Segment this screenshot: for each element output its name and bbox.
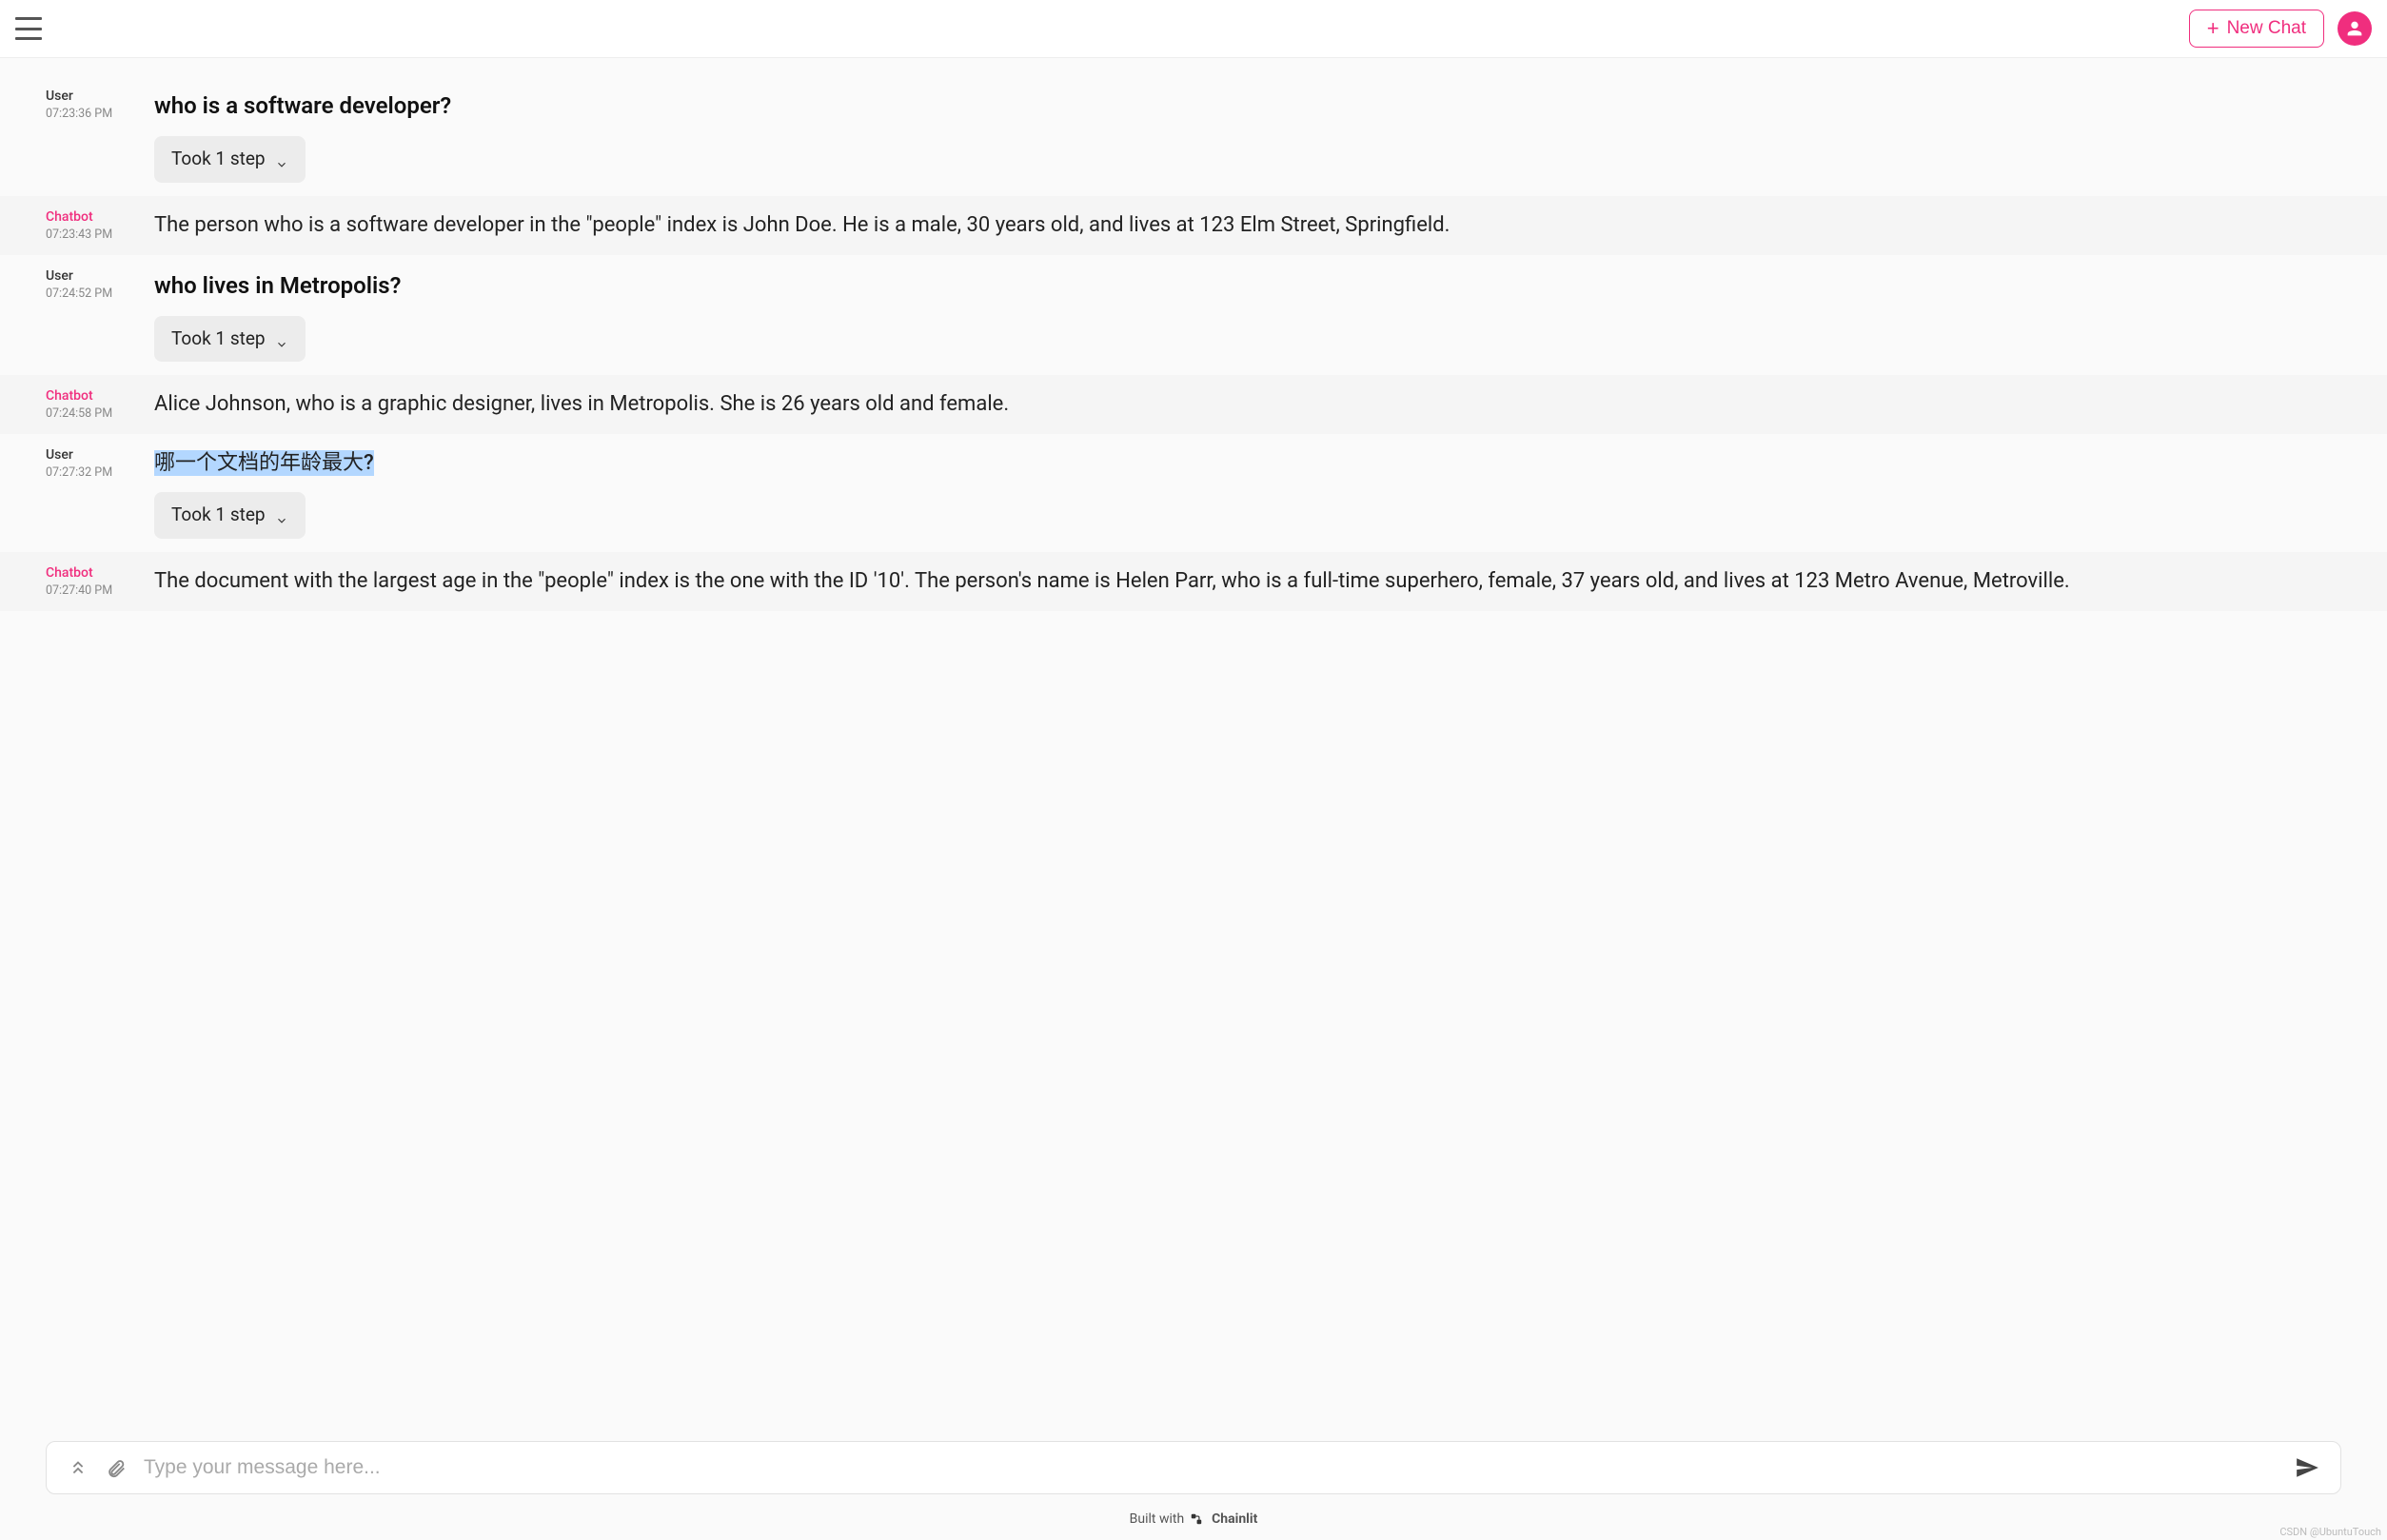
chat-scroll-area[interactable]: User 07:23:36 PM who is a software devel… — [0, 58, 2387, 1426]
footer-prefix: Built with — [1130, 1511, 1185, 1527]
message-meta: Chatbot 07:23:43 PM — [46, 209, 131, 242]
message-time: 07:24:58 PM — [46, 406, 131, 421]
message-author: Chatbot — [46, 565, 131, 581]
message-meta: User 07:27:32 PM — [46, 447, 131, 539]
message-text: who lives in Metropolis? — [154, 268, 2341, 303]
message-row: Chatbot 07:24:58 PM Alice Johnson, who i… — [0, 375, 2387, 434]
user-avatar[interactable] — [2338, 11, 2372, 46]
chevron-down-icon — [275, 152, 288, 166]
message-meta: User 07:24:52 PM — [46, 268, 131, 363]
new-chat-label: New Chat — [2227, 18, 2306, 39]
message-row: User 07:24:52 PM who lives in Metropolis… — [0, 255, 2387, 376]
message-body: who lives in Metropolis? Took 1 step — [154, 268, 2341, 363]
step-label: Took 1 step — [171, 326, 266, 353]
person-icon — [2344, 18, 2365, 39]
message-meta: Chatbot 07:27:40 PM — [46, 565, 131, 598]
plus-icon: + — [2207, 18, 2219, 39]
send-button[interactable] — [2295, 1455, 2319, 1480]
message-row: Chatbot 07:27:40 PM The document with th… — [0, 552, 2387, 611]
message-author: Chatbot — [46, 209, 131, 225]
chevron-down-icon — [275, 332, 288, 346]
step-toggle[interactable]: Took 1 step — [154, 316, 306, 363]
message-body: Alice Johnson, who is a graphic designer… — [154, 388, 2341, 421]
step-toggle[interactable]: Took 1 step — [154, 136, 306, 183]
message-author: User — [46, 268, 131, 284]
message-body: 哪一个文档的年龄最大? Took 1 step — [154, 447, 2341, 539]
message-time: 07:23:36 PM — [46, 107, 131, 121]
message-row: User 07:23:36 PM who is a software devel… — [0, 75, 2387, 196]
step-label: Took 1 step — [171, 146, 266, 173]
header: + New Chat — [0, 0, 2387, 58]
footer: Built with Chainlit — [0, 1502, 2387, 1540]
composer — [46, 1441, 2341, 1494]
composer-container — [0, 1426, 2387, 1502]
message-body: The person who is a software developer i… — [154, 209, 2341, 242]
message-row: Chatbot 07:23:43 PM The person who is a … — [0, 196, 2387, 255]
send-icon — [2295, 1455, 2319, 1480]
chainlit-logo-icon — [1190, 1512, 1203, 1526]
message-input[interactable] — [144, 1456, 2278, 1479]
message-text: 哪一个文档的年龄最大? — [154, 450, 374, 476]
message-author: User — [46, 89, 131, 104]
message-text: Alice Johnson, who is a graphic designer… — [154, 392, 1009, 416]
message-author: Chatbot — [46, 388, 131, 404]
chevron-down-icon — [275, 508, 288, 522]
message-row: User 07:27:32 PM 哪一个文档的年龄最大? Took 1 step — [0, 434, 2387, 552]
message-meta: Chatbot 07:24:58 PM — [46, 388, 131, 421]
message-time: 07:23:43 PM — [46, 227, 131, 242]
message-time: 07:24:52 PM — [46, 286, 131, 301]
step-toggle[interactable]: Took 1 step — [154, 492, 306, 539]
message-text: who is a software developer? — [154, 89, 2341, 123]
hamburger-menu-icon[interactable] — [15, 17, 42, 40]
message-meta: User 07:23:36 PM — [46, 89, 131, 183]
new-chat-button[interactable]: + New Chat — [2189, 10, 2324, 48]
message-body: The document with the largest age in the… — [154, 565, 2341, 598]
step-label: Took 1 step — [171, 502, 266, 529]
attachment-icon[interactable] — [106, 1457, 127, 1478]
message-time: 07:27:32 PM — [46, 465, 131, 480]
header-right: + New Chat — [2189, 10, 2372, 48]
watermark: CSDN @UbuntuTouch — [2279, 1526, 2381, 1538]
footer-brand: Chainlit — [1212, 1511, 1257, 1527]
message-author: User — [46, 447, 131, 463]
app-root: + New Chat User 07:23:36 PM who is a sof… — [0, 0, 2387, 1540]
message-time: 07:27:40 PM — [46, 583, 131, 598]
message-text: The person who is a software developer i… — [154, 213, 1450, 237]
message-text: The document with the largest age in the… — [154, 569, 2070, 593]
expand-up-icon[interactable] — [68, 1457, 89, 1478]
message-body: who is a software developer? Took 1 step — [154, 89, 2341, 183]
